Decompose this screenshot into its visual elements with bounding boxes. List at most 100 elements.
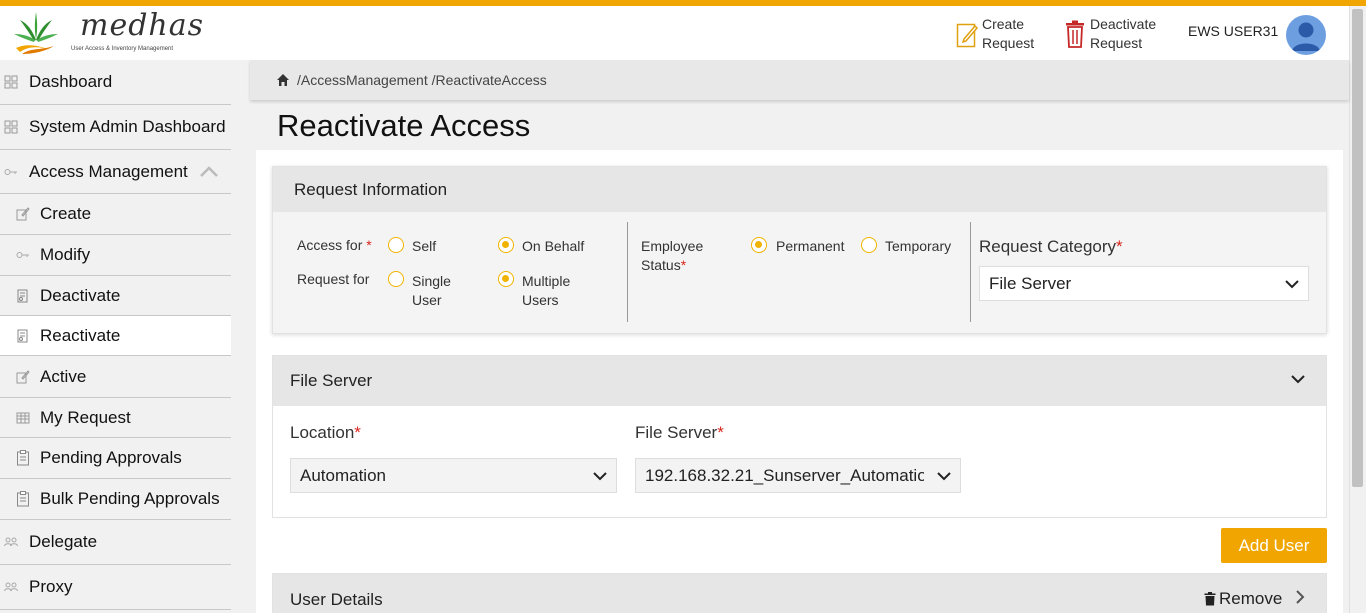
create-request-label: Create Request bbox=[982, 16, 1035, 51]
access-for-self-label[interactable]: Self bbox=[412, 237, 436, 256]
user-avatar[interactable] bbox=[1286, 15, 1326, 55]
user-name[interactable]: EWS USER31 bbox=[1188, 23, 1278, 39]
deactivate-request-label: Deactivate Request bbox=[1090, 16, 1157, 51]
sidebar-item-active[interactable]: Active bbox=[0, 356, 231, 398]
required-asterisk: * bbox=[680, 257, 687, 273]
chevron-down-icon bbox=[1285, 280, 1299, 289]
deactivate-request-button[interactable]: Deactivate Request bbox=[1065, 15, 1160, 53]
sidebar: Dashboard System Admin Dashboard Access … bbox=[0, 60, 250, 613]
home-icon[interactable] bbox=[276, 73, 290, 87]
employee-status-permanent-label[interactable]: Permanent bbox=[776, 237, 844, 256]
sidebar-item-system-admin-dashboard[interactable]: System Admin Dashboard bbox=[0, 105, 231, 150]
request-for-single-user-radio[interactable] bbox=[388, 271, 404, 287]
sidebar-item-label: Bulk Pending Approvals bbox=[40, 489, 220, 508]
clipboard-icon bbox=[16, 491, 30, 507]
sidebar-item-create[interactable]: Create bbox=[0, 194, 231, 235]
sidebar-item-label: Create bbox=[40, 204, 92, 223]
sidebar-item-label: My Request bbox=[40, 407, 131, 427]
location-value: Automation bbox=[300, 465, 386, 485]
column-divider bbox=[627, 222, 628, 322]
sidebar-item-my-request[interactable]: My Request bbox=[0, 398, 231, 438]
people-icon bbox=[4, 580, 18, 594]
required-asterisk: * bbox=[366, 237, 372, 253]
sidebar-item-label: Active bbox=[40, 366, 87, 386]
document-icon bbox=[16, 329, 30, 343]
sidebar-item-label: Access Management bbox=[29, 161, 188, 181]
edit-icon bbox=[956, 23, 978, 48]
column-divider bbox=[970, 222, 971, 322]
file-server-header[interactable]: File Server bbox=[273, 356, 1326, 406]
chevron-up-icon[interactable] bbox=[199, 166, 219, 178]
request-for-single-user-label[interactable]: Single User bbox=[412, 272, 462, 310]
required-asterisk: * bbox=[717, 423, 724, 442]
create-request-button[interactable]: Create Request bbox=[956, 15, 1052, 53]
medhas-logo[interactable]: medhas User Access & Inventory Managemen… bbox=[10, 8, 203, 56]
user-details-title: User Details bbox=[290, 590, 383, 609]
location-label: Location* bbox=[290, 423, 361, 442]
employee-status-temporary-label[interactable]: Temporary bbox=[885, 237, 951, 256]
sidebar-item-reactivate[interactable]: Reactivate bbox=[0, 316, 231, 356]
key-icon bbox=[4, 165, 18, 179]
request-for-multiple-users-radio[interactable] bbox=[498, 271, 514, 287]
access-for-self-radio[interactable] bbox=[388, 237, 404, 253]
sidebar-item-label: Pending Approvals bbox=[40, 448, 182, 467]
request-for-label: Request for bbox=[297, 271, 370, 287]
employee-status-permanent-radio[interactable] bbox=[751, 237, 767, 253]
app-header: medhas User Access & Inventory Managemen… bbox=[0, 6, 1349, 60]
form-container: Request Information Access for * Self On… bbox=[256, 150, 1343, 613]
scrollbar-thumb[interactable] bbox=[1352, 9, 1363, 487]
required-asterisk: * bbox=[1116, 237, 1123, 256]
remove-label: Remove bbox=[1219, 589, 1283, 608]
sidebar-item-pending-approvals[interactable]: Pending Approvals bbox=[0, 438, 231, 479]
file-server-value: 192.168.32.21_Sunserver_Automation bbox=[645, 465, 924, 485]
edit-icon bbox=[16, 369, 30, 384]
request-category-select[interactable]: File Server bbox=[979, 266, 1309, 301]
sidebar-item-label: Deactivate bbox=[40, 285, 121, 305]
request-for-multiple-users-label[interactable]: Multiple Users bbox=[522, 272, 582, 310]
breadcrumb-path[interactable]: /AccessManagement /ReactivateAccess bbox=[297, 72, 547, 88]
edit-icon bbox=[16, 207, 30, 221]
sidebar-item-delegate[interactable]: Delegate bbox=[0, 520, 231, 565]
sidebar-item-modify[interactable]: Modify bbox=[0, 235, 231, 276]
sidebar-item-bulk-pending-approvals[interactable]: Bulk Pending Approvals bbox=[0, 479, 231, 520]
sidebar-item-access-management[interactable]: Access Management bbox=[0, 150, 231, 194]
access-for-on-behalf-label[interactable]: On Behalf bbox=[522, 237, 584, 256]
request-category-label: Request Category* bbox=[979, 237, 1123, 256]
access-for-label: Access for * bbox=[297, 237, 372, 253]
request-information-header: Request Information bbox=[273, 167, 1326, 212]
remove-button[interactable]: Remove bbox=[1204, 589, 1282, 609]
key-icon bbox=[16, 248, 30, 262]
required-asterisk: * bbox=[354, 423, 361, 442]
file-server-title: File Server bbox=[290, 371, 373, 390]
document-icon bbox=[16, 289, 30, 303]
logo-wordmark: medhas bbox=[80, 8, 205, 43]
employee-status-temporary-radio[interactable] bbox=[861, 237, 877, 253]
file-server-select[interactable]: 192.168.32.21_Sunserver_Automation bbox=[635, 458, 961, 493]
sidebar-item-proxy[interactable]: Proxy bbox=[0, 565, 231, 610]
table-icon bbox=[16, 411, 30, 425]
sidebar-item-label: Reactivate bbox=[40, 325, 121, 345]
grid-icon bbox=[4, 75, 18, 89]
file-server-card: File Server Location* Automation File Se… bbox=[272, 355, 1327, 518]
request-category-value: File Server bbox=[989, 273, 1072, 293]
sidebar-item-label: Modify bbox=[40, 245, 91, 264]
add-user-button[interactable]: Add User bbox=[1221, 528, 1327, 563]
user-details-card: User Details Remove bbox=[272, 573, 1327, 613]
sidebar-item-label: Dashboard bbox=[29, 72, 113, 91]
access-for-on-behalf-radio[interactable] bbox=[498, 237, 514, 253]
people-icon bbox=[4, 535, 18, 549]
request-information-card: Request Information Access for * Self On… bbox=[272, 166, 1327, 334]
location-select[interactable]: Automation bbox=[290, 458, 617, 493]
file-server-label: File Server* bbox=[635, 423, 724, 442]
breadcrumb: /AccessManagement /ReactivateAccess bbox=[250, 60, 1349, 100]
main-content: /AccessManagement /ReactivateAccess Reac… bbox=[250, 60, 1349, 613]
sidebar-item-deactivate[interactable]: Deactivate bbox=[0, 276, 231, 316]
chevron-right-icon[interactable] bbox=[1294, 589, 1306, 605]
grid-icon bbox=[4, 120, 18, 134]
chevron-down-icon[interactable] bbox=[1290, 371, 1306, 387]
user-details-header[interactable]: User Details Remove bbox=[273, 574, 1326, 613]
logo-mark-icon bbox=[14, 12, 58, 54]
user-icon bbox=[1292, 22, 1320, 51]
sidebar-item-dashboard[interactable]: Dashboard bbox=[0, 60, 231, 105]
sidebar-item-label: System Admin Dashboard bbox=[29, 117, 226, 136]
